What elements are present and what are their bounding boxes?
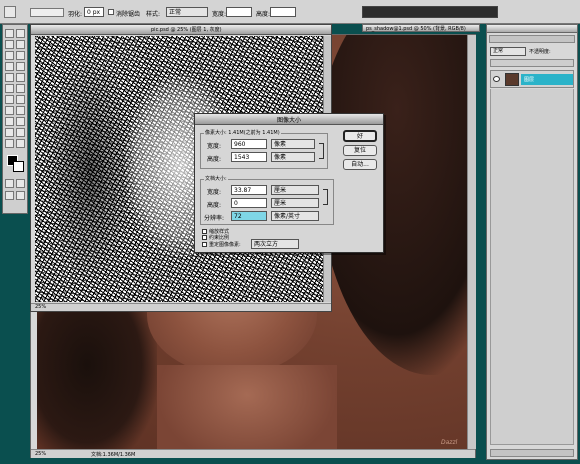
options-bar: 羽化: 0 px 消除锯齿 样式: 正常 宽度: 高度:: [0, 0, 580, 24]
doc-height-input[interactable]: 0: [231, 198, 267, 208]
blend-mode-select[interactable]: 正常: [490, 47, 526, 56]
pen-tool-icon[interactable]: [5, 117, 14, 126]
layers-bottom-buttons[interactable]: [490, 449, 574, 457]
height-input[interactable]: [270, 7, 296, 17]
noise-zoom-readout[interactable]: 25%: [35, 304, 46, 310]
brush-tool-icon[interactable]: [16, 62, 25, 71]
height-label: 高度:: [207, 156, 222, 163]
resample-method-select[interactable]: 两次立方: [251, 239, 299, 249]
quickmask-off-icon[interactable]: [5, 179, 14, 188]
main-zoom-readout[interactable]: 25%: [35, 451, 46, 457]
doc-link-icon: [323, 189, 328, 205]
resample-label: 重定图像像素:: [209, 242, 241, 248]
constrain-checkbox[interactable]: [202, 235, 207, 240]
marquee-tool-icon[interactable]: [4, 6, 16, 18]
auto-button[interactable]: 自动...: [343, 159, 377, 170]
selection-mode-buttons[interactable]: [30, 8, 64, 17]
feather-label: 羽化:: [68, 11, 83, 18]
notes-tool-icon[interactable]: [5, 128, 14, 137]
background-color-swatch[interactable]: [13, 161, 24, 172]
height-label: 高度:: [256, 11, 271, 18]
style-select[interactable]: 正常: [166, 7, 208, 17]
width-input[interactable]: 960: [231, 139, 267, 149]
pixel-dimensions-label: 像素大小: 1.41M(之前为 1.41M): [204, 129, 281, 136]
width-label: 宽度:: [212, 11, 227, 18]
noise-status-bar: 25%: [31, 303, 331, 311]
top-document-title: ps_shadow@1.psd @ 50% (背景, RGB/8): [366, 26, 466, 32]
layer-thumbnail: [505, 73, 519, 86]
width-input[interactable]: [226, 7, 252, 17]
path-select-icon[interactable]: [5, 106, 14, 115]
hand-tool-icon[interactable]: [5, 139, 14, 148]
main-status-bar: 25% 文档:1.36M/1.36M: [31, 449, 475, 458]
doc-width-unit-select[interactable]: 厘米: [271, 185, 319, 195]
layers-panel: 正常 不透明度: 图层: [486, 24, 578, 460]
doc-width-input[interactable]: 33.87: [231, 185, 267, 195]
dialog-titlebar[interactable]: 图像大小: [195, 114, 383, 125]
width-label: 宽度:: [207, 143, 222, 150]
style-label: 样式:: [146, 11, 161, 18]
resample-checkbox[interactable]: [202, 242, 207, 247]
noise-document-titlebar[interactable]: pic.psd @ 25% (图层 1, 灰度): [31, 25, 331, 35]
eyedropper-tool-icon[interactable]: [16, 128, 25, 137]
eraser-tool-icon[interactable]: [5, 84, 14, 93]
dialog-title: 图像大小: [276, 117, 302, 124]
constrain-label: 约束比例: [209, 235, 230, 241]
quickmask-on-icon[interactable]: [16, 179, 25, 188]
lasso-tool-icon[interactable]: [5, 40, 14, 49]
resolution-unit-select[interactable]: 像素/英寸: [271, 211, 319, 221]
zoom-tool-icon[interactable]: [16, 139, 25, 148]
document-size-label: 文档大小:: [204, 175, 228, 182]
height-input[interactable]: 1543: [231, 152, 267, 162]
palette-well[interactable]: [362, 6, 498, 18]
move-tool-icon[interactable]: [5, 29, 14, 38]
type-tool-icon[interactable]: [16, 106, 25, 115]
history-brush-icon[interactable]: [16, 73, 25, 82]
dodge-tool-icon[interactable]: [16, 95, 25, 104]
main-status-text: 文档:1.36M/1.36M: [91, 452, 136, 458]
marquee-tool-icon[interactable]: [16, 29, 25, 38]
screen-mode-icon[interactable]: [5, 191, 14, 200]
scale-styles-checkbox[interactable]: [202, 229, 207, 234]
stamp-tool-icon[interactable]: [5, 73, 14, 82]
height-unit-select[interactable]: 像素: [271, 152, 315, 162]
screen-mode-full-icon[interactable]: [16, 191, 25, 200]
doc-height-unit-select[interactable]: 厘米: [271, 198, 319, 208]
image-size-dialog: 图像大小 像素大小: 1.41M(之前为 1.41M) 宽度: 960 像素 高…: [194, 113, 384, 253]
layers-panel-tabs[interactable]: [489, 35, 575, 43]
crop-tool-icon[interactable]: [5, 51, 14, 60]
layer-name: 图层: [524, 77, 535, 83]
resolution-input[interactable]: 72: [231, 211, 267, 221]
eye-icon[interactable]: [493, 76, 500, 82]
healing-brush-icon[interactable]: [5, 62, 14, 71]
feather-input[interactable]: 0 px: [84, 7, 104, 17]
slice-tool-icon[interactable]: [16, 51, 25, 60]
layers-list-area: [490, 89, 574, 445]
doc-height-label: 高度:: [207, 202, 222, 209]
ok-button[interactable]: 好: [343, 130, 377, 142]
antialias-checkbox[interactable]: [108, 9, 114, 15]
noise-hair-shadow: [45, 56, 135, 286]
resolution-label: 分辨率:: [204, 215, 225, 222]
layer-row[interactable]: 图层: [490, 70, 574, 88]
pixel-link-icon: [319, 143, 324, 159]
shape-tool-icon[interactable]: [16, 117, 25, 126]
antialias-label: 消除锯齿: [116, 11, 141, 18]
toolbox: [2, 24, 28, 214]
signature: Dazzl: [441, 439, 458, 446]
doc-width-label: 宽度:: [207, 189, 222, 196]
reset-button[interactable]: 复位: [343, 145, 377, 156]
top-document-titlebar: ps_shadow@1.psd @ 50% (背景, RGB/8): [362, 24, 480, 32]
blur-tool-icon[interactable]: [5, 95, 14, 104]
width-unit-select[interactable]: 像素: [271, 139, 315, 149]
lock-options-bar: [490, 59, 574, 67]
noise-document-title: pic.psd @ 25% (图层 1, 灰度): [151, 27, 222, 33]
layers-panel-titlebar[interactable]: [487, 25, 577, 33]
main-vertical-scrollbar[interactable]: [467, 35, 476, 449]
neck: [157, 365, 337, 449]
opacity-label: 不透明度:: [529, 49, 551, 55]
gradient-tool-icon[interactable]: [16, 84, 25, 93]
magic-wand-tool-icon[interactable]: [16, 40, 25, 49]
